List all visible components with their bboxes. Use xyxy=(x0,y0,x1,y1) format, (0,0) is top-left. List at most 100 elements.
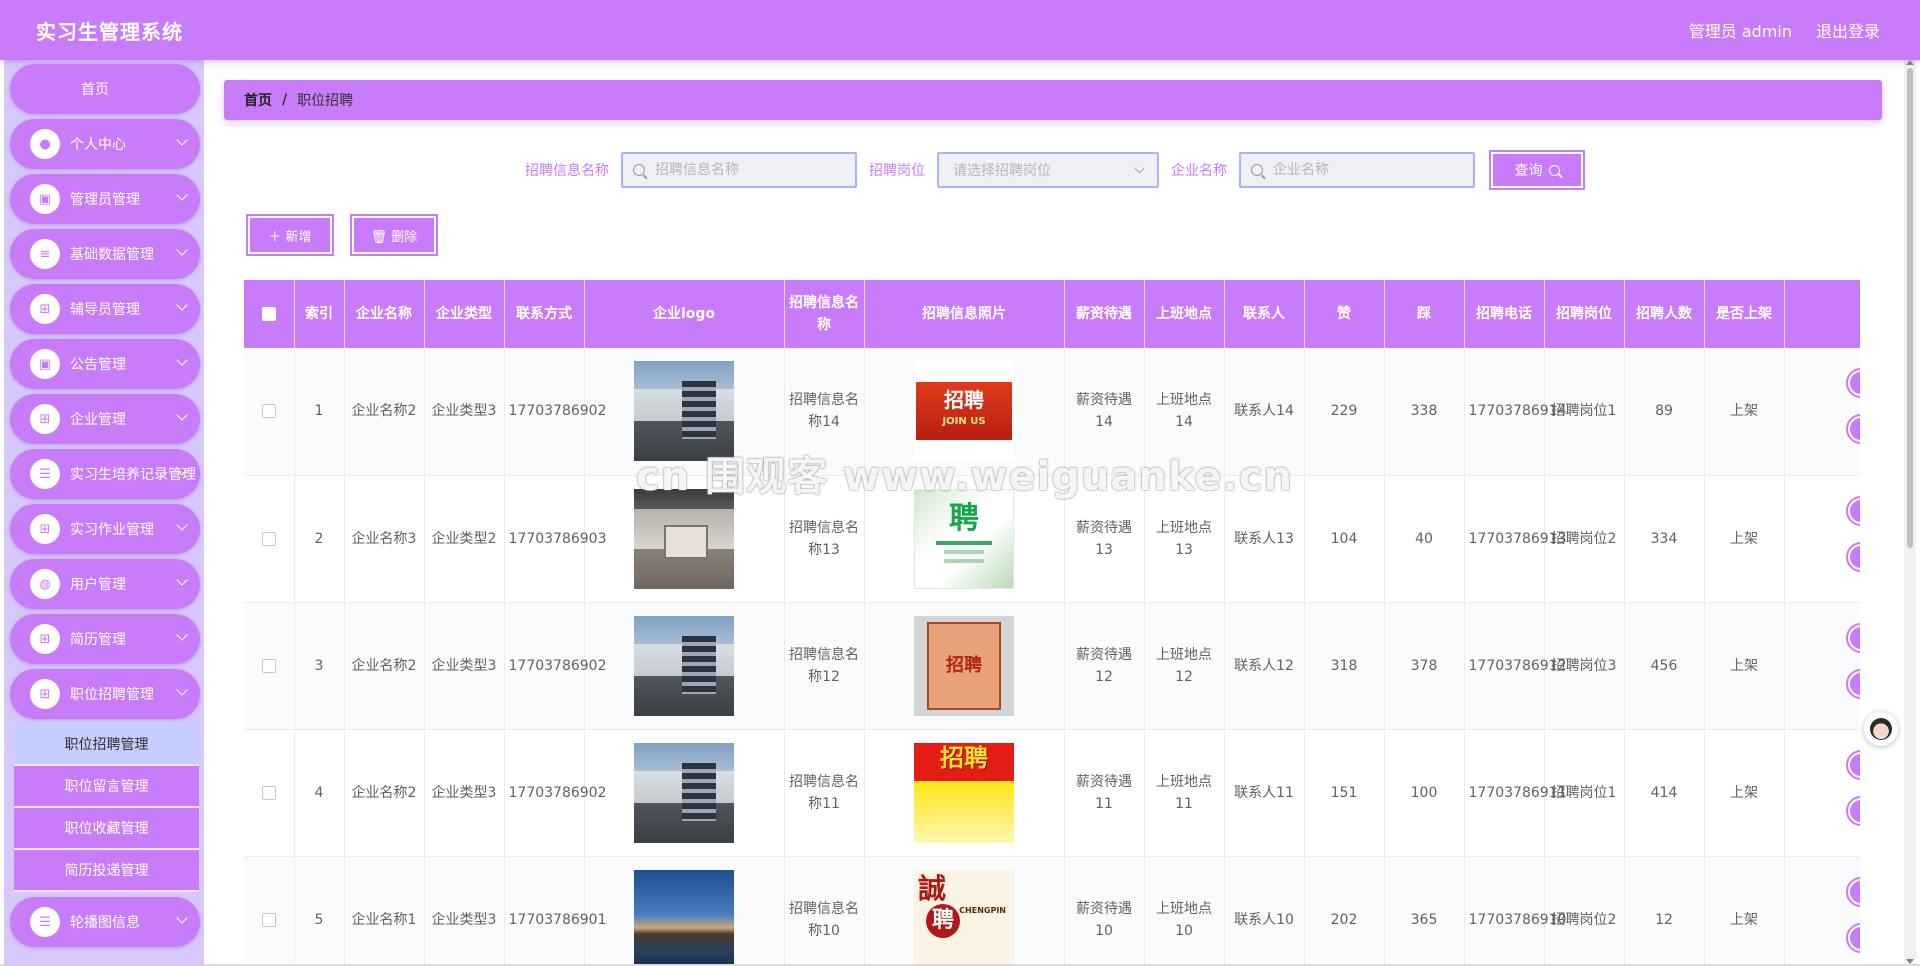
sidebar-item[interactable]: ⊞ 企业管理 xyxy=(10,394,200,444)
sidebar-item-label: 实习作业管理 xyxy=(70,522,154,538)
poster-line xyxy=(944,549,984,554)
grid-icon: ⊞ xyxy=(30,624,60,654)
cell-photo: 招聘 xyxy=(864,729,1065,857)
cell-index: 1 xyxy=(294,348,345,476)
row-action-button[interactable] xyxy=(1845,876,1860,907)
sidebar-item[interactable]: ▣ 公告管理 xyxy=(10,339,200,389)
row-checkbox[interactable] xyxy=(261,404,276,419)
search-bar: 招聘信息名称 招聘岗位 请选择招聘岗位 企业名称 查询 xyxy=(204,150,1904,190)
sidebar-item-label: 实习生培养记录管理 xyxy=(70,467,196,483)
top-header: 实习生管理系统 管理员 admin 退出登录 xyxy=(0,0,1920,60)
clipboard-icon: ▣ xyxy=(30,184,60,214)
cell-tel: 17703786912 xyxy=(1464,602,1566,730)
sidebar-item[interactable]: ▣ 管理员管理 xyxy=(10,174,200,224)
sidebar-item-label: 用户管理 xyxy=(70,577,126,593)
column-header-actions xyxy=(1784,280,1860,348)
sidebar-subitem[interactable]: 职位招聘管理 xyxy=(14,724,199,766)
row-actions-cell xyxy=(1784,475,1860,603)
cell-name: 招聘信息名称12 xyxy=(784,602,865,730)
sidebar-subitem[interactable]: 职位收藏管理 xyxy=(14,808,199,850)
row-select-cell xyxy=(244,602,295,730)
row-action-button[interactable] xyxy=(1845,749,1860,780)
cell-count: 12 xyxy=(1624,856,1705,966)
row-action-button[interactable] xyxy=(1845,795,1860,826)
chevron-down-icon xyxy=(176,354,188,366)
sidebar-item-home[interactable]: 首页 xyxy=(10,64,200,114)
poster-text: 招聘 JOIN US xyxy=(916,382,1012,441)
cell-like: 318 xyxy=(1304,602,1385,730)
cell-logo xyxy=(584,475,785,603)
poster-sub-text: JOIN US xyxy=(942,416,986,428)
cell-name: 招聘信息名称14 xyxy=(784,348,865,476)
user-icon: ● xyxy=(30,129,60,159)
search-name-field[interactable] xyxy=(621,152,857,188)
cell-post: 招聘岗位1 xyxy=(1544,348,1625,476)
sidebar-item[interactable]: ≡ 基础数据管理 xyxy=(10,229,200,279)
sidebar-item[interactable]: ⊞ 辅导员管理 xyxy=(10,284,200,334)
query-button[interactable]: 查询 xyxy=(1489,150,1585,190)
sidebar-submenu: 职位招聘管理 职位留言管理 职位收藏管理 简历投递管理 xyxy=(14,724,199,892)
select-all-checkbox[interactable] xyxy=(261,307,276,321)
cell-like: 151 xyxy=(1304,729,1385,857)
search-company-field[interactable] xyxy=(1239,152,1475,188)
sidebar-subitem[interactable]: 职位留言管理 xyxy=(14,766,199,808)
sidebar: 首页 ● 个人中心 ▣ 管理员管理 ≡ 基础数据管理 ⊞ 辅导员管理 ▣ 公告管理 ⊞ 企业管理 ☰ 实习… xyxy=(4,60,204,966)
sidebar-item[interactable]: ☰ 实习生培养记录管理 xyxy=(10,449,200,499)
chevron-down-icon xyxy=(176,299,188,311)
sidebar-item[interactable]: ◍ 用户管理 xyxy=(10,559,200,609)
row-action-button[interactable] xyxy=(1845,368,1860,398)
company-logo-image xyxy=(634,742,734,843)
sidebar-subitem[interactable]: 简历投递管理 xyxy=(14,850,199,892)
poster-main-text: 招聘 xyxy=(940,743,988,772)
sidebar-item[interactable]: ☰ 轮播图信息 xyxy=(10,897,200,947)
breadcrumb-home[interactable]: 首页 xyxy=(244,90,272,110)
search-company-input[interactable] xyxy=(1273,162,1463,178)
scrollbar-thumb[interactable] xyxy=(1907,68,1913,548)
row-actions-cell xyxy=(1784,856,1860,966)
chevron-down-icon xyxy=(176,409,188,421)
row-checkbox[interactable] xyxy=(261,531,276,546)
row-action-button[interactable] xyxy=(1845,541,1860,572)
row-action-button[interactable] xyxy=(1845,414,1860,444)
cell-type: 企业类型3 xyxy=(424,602,505,730)
floating-avatar-button[interactable] xyxy=(1864,712,1898,746)
cell-index: 5 xyxy=(294,856,345,966)
sidebar-item[interactable]: ⊞ 职位招聘管理 xyxy=(10,669,200,719)
company-logo-image xyxy=(634,488,734,589)
sidebar-item[interactable]: ⊞ 实习作业管理 xyxy=(10,504,200,554)
row-checkbox[interactable] xyxy=(261,658,276,673)
cell-phone: 17703786902 xyxy=(504,729,606,857)
chevron-down-icon xyxy=(176,519,188,531)
sidebar-item[interactable]: ● 个人中心 xyxy=(10,119,200,169)
company-logo-image xyxy=(634,361,734,462)
poster-line xyxy=(944,558,984,563)
row-action-button[interactable] xyxy=(1845,495,1860,526)
cell-status: 上架 xyxy=(1704,475,1785,603)
row-checkbox[interactable] xyxy=(261,912,276,927)
column-header: 联系方式 xyxy=(504,280,585,348)
row-action-button[interactable] xyxy=(1845,922,1860,953)
row-select-cell xyxy=(244,856,295,966)
cell-count: 334 xyxy=(1624,475,1705,603)
row-action-button[interactable] xyxy=(1845,622,1860,653)
search-post-select[interactable]: 请选择招聘岗位 xyxy=(937,152,1159,188)
table-row: 4 企业名称2 企业类型3 17703786902 招聘信息名称11 招聘 薪资待遇11 上班… xyxy=(244,729,1860,857)
header-user-area: 管理员 admin 退出登录 xyxy=(1689,18,1880,42)
logout-link[interactable]: 退出登录 xyxy=(1816,18,1880,42)
cell-logo xyxy=(584,729,785,857)
cell-like: 104 xyxy=(1304,475,1385,603)
cell-salary: 薪资待遇12 xyxy=(1064,602,1145,730)
current-user-label[interactable]: 管理员 admin xyxy=(1689,18,1792,42)
delete-button[interactable]: 🗑 删除 xyxy=(350,214,438,256)
page-scrollbar[interactable] xyxy=(1904,60,1916,966)
sidebar-item[interactable]: ⊞ 简历管理 xyxy=(10,614,200,664)
cell-index: 3 xyxy=(294,602,345,730)
scroll-up-arrow-icon[interactable] xyxy=(1906,60,1914,65)
search-post-placeholder: 请选择招聘岗位 xyxy=(953,163,1051,179)
data-table: 索引 企业名称 企业类型 联系方式 企业logo 招聘信息名称 招聘信息照片 薪资待遇 上班地点… xyxy=(244,280,1860,966)
add-button[interactable]: ＋ 新增 xyxy=(246,214,334,256)
search-name-input[interactable] xyxy=(655,162,845,178)
cell-company: 企业名称3 xyxy=(344,475,425,603)
row-checkbox[interactable] xyxy=(261,785,276,800)
row-action-button[interactable] xyxy=(1845,668,1860,699)
